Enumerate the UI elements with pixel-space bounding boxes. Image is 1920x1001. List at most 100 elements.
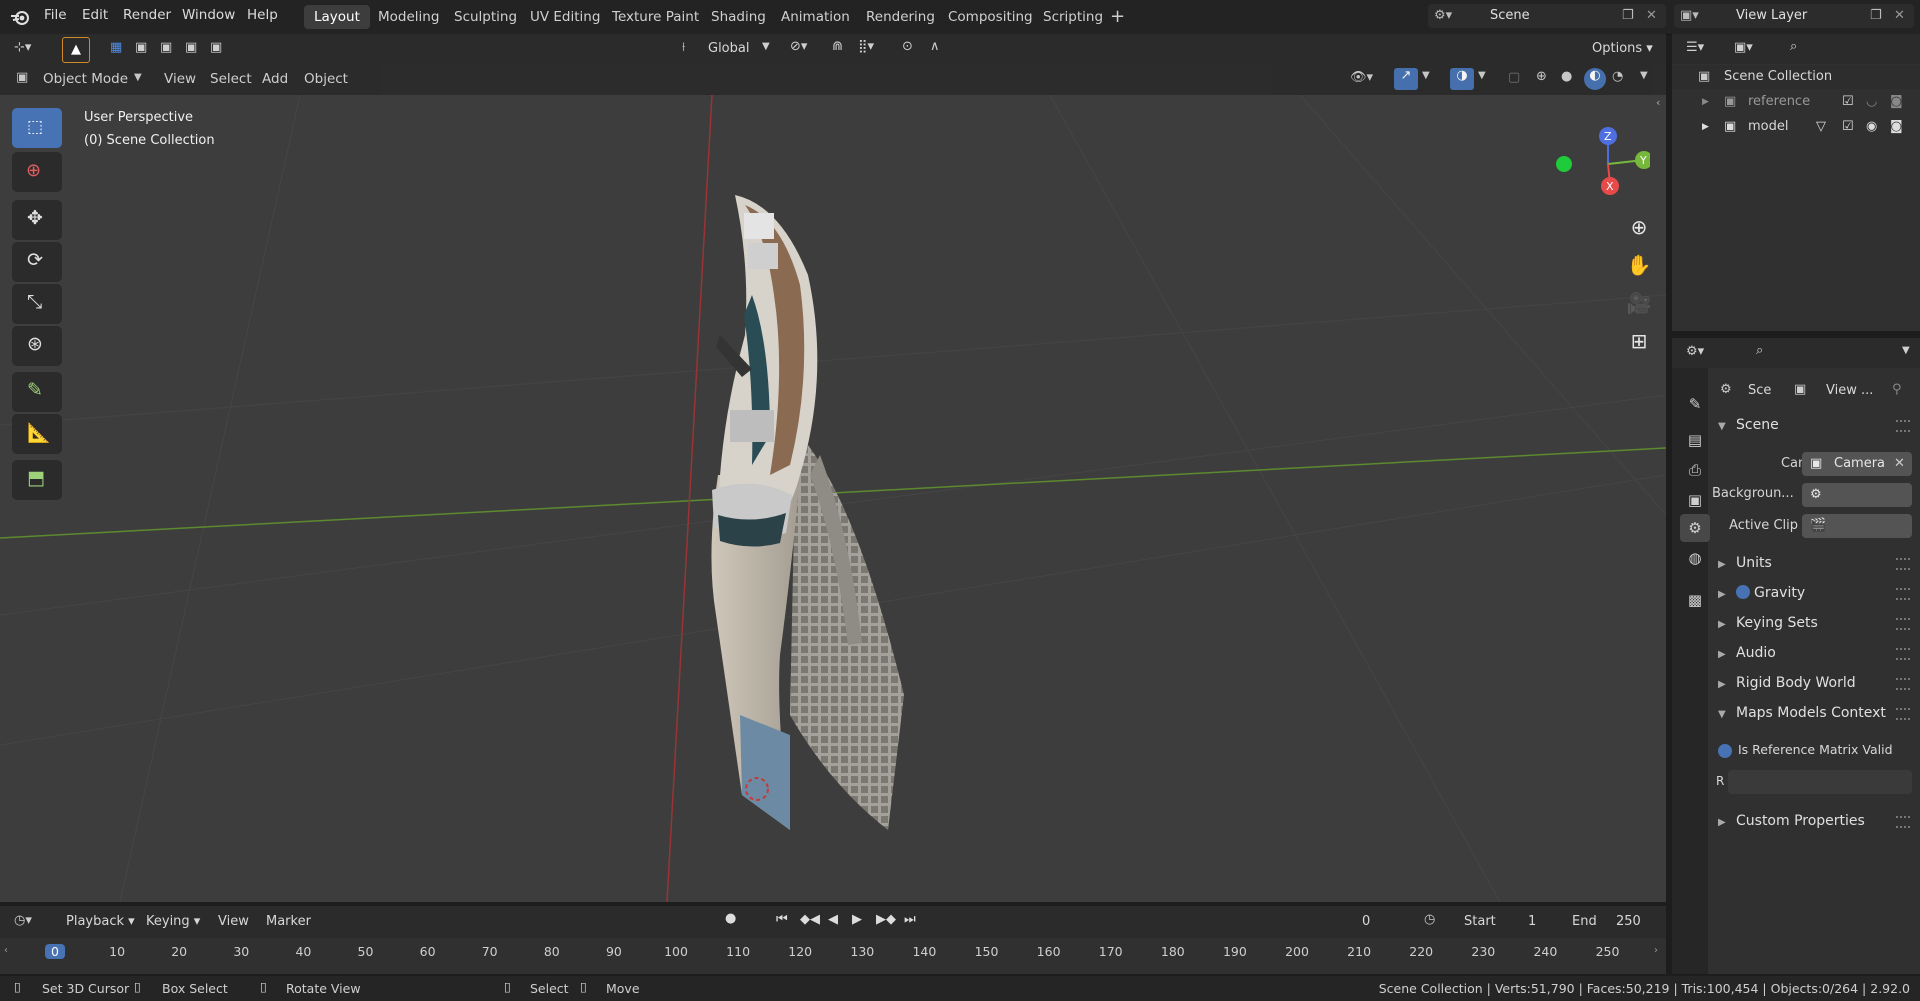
outliner-editor-icon[interactable]: ☰▾ <box>1686 40 1704 55</box>
tab-scripting[interactable]: Scripting <box>1033 5 1113 29</box>
outliner-row-reference[interactable]: ▶ ▣ reference ☑ ◡ ◙ <box>1672 90 1920 114</box>
transform-orientation[interactable]: Global <box>708 41 749 56</box>
drag-handle-icon[interactable] <box>1896 648 1910 660</box>
gizmo-chevron-icon[interactable]: ▼ <box>1422 70 1430 81</box>
gizmo-toggle-icon[interactable]: ↗ <box>1394 68 1418 90</box>
tool-move[interactable]: ✥ <box>12 200 62 240</box>
mesh-filter-icon[interactable]: ▽ <box>1816 115 1826 139</box>
rendered-shading-icon[interactable]: ◔ <box>1612 69 1623 84</box>
select-tool-icon[interactable]: ▲ <box>62 37 90 63</box>
visibility-icon[interactable]: 👁▾ <box>1350 70 1373 85</box>
menu-render[interactable]: Render <box>123 7 171 23</box>
drag-handle-icon[interactable] <box>1896 588 1910 600</box>
scene-selector[interactable]: ⚙▾ Scene ❐ ✕ <box>1428 4 1666 28</box>
menu-select[interactable]: Select <box>210 71 252 87</box>
world-tab-icon[interactable]: ◍ <box>1680 544 1710 572</box>
select-mode-invert-icon[interactable]: ▣ <box>185 40 197 55</box>
zoom-icon[interactable]: ⊕ <box>1622 210 1656 244</box>
search-icon[interactable]: ⌕ <box>1756 343 1763 358</box>
menu-keying[interactable]: Keying ▾ <box>146 914 200 929</box>
properties-editor-icon[interactable]: ⚙▾ <box>1686 344 1704 359</box>
menu-window[interactable]: Window <box>182 7 235 23</box>
background-field[interactable]: ⚙ <box>1802 483 1912 507</box>
select-mode-subtract-icon[interactable]: ▣ <box>160 40 172 55</box>
camera-icon[interactable]: ◙ <box>1890 90 1903 114</box>
camera-icon[interactable]: ◙ <box>1890 115 1903 139</box>
jump-start-icon[interactable]: ⏮ <box>776 912 788 927</box>
tool-scale[interactable]: ⤡ <box>12 284 62 324</box>
tab-layout[interactable]: Layout <box>304 5 370 29</box>
checkbox-icon[interactable]: ☑ <box>1842 115 1854 139</box>
panel-keying-sets[interactable]: ▶ Keying Sets <box>1710 610 1920 636</box>
menu-view[interactable]: View <box>164 71 196 87</box>
menu-edit[interactable]: Edit <box>82 7 108 23</box>
navigation-gizmo[interactable]: Z Y X <box>1550 116 1650 206</box>
building-model[interactable] <box>711 195 904 830</box>
panel-maps-context[interactable]: ▼ Maps Models Context <box>1710 700 1920 726</box>
jump-end-icon[interactable]: ⏭ <box>904 912 916 927</box>
scroll-right-icon[interactable]: › <box>1654 945 1658 956</box>
output-tab-icon[interactable]: ⎙ <box>1680 456 1710 484</box>
checkbox-icon[interactable]: ☑ <box>1842 90 1854 114</box>
current-frame-marker[interactable]: 0 <box>45 944 65 959</box>
tab-uv-editing[interactable]: UV Editing <box>520 5 610 29</box>
pin-icon[interactable]: ⚲ <box>1892 382 1902 397</box>
header-chevron-icon[interactable]: ▼ <box>1902 345 1910 356</box>
menu-file[interactable]: File <box>44 7 67 23</box>
tab-sculpting[interactable]: Sculpting <box>444 5 527 29</box>
view-layer-tab-icon[interactable]: ▣ <box>1680 486 1710 514</box>
proportional-edit-icon[interactable]: ⊙ <box>902 39 913 54</box>
gravity-checkbox-icon[interactable] <box>1736 585 1750 599</box>
editor-type-icon[interactable]: ⊹▾ <box>14 40 31 55</box>
delete-scene-icon[interactable]: ✕ <box>1646 4 1657 28</box>
context-view-layer[interactable]: View ... <box>1826 383 1873 398</box>
select-mode-extend-icon[interactable]: ▣ <box>135 40 147 55</box>
panel-custom-props[interactable]: ▶ Custom Properties <box>1710 808 1920 834</box>
select-mode-new-icon[interactable]: ▦ <box>110 40 122 55</box>
pivot-point-icon[interactable]: ⊘▾ <box>790 39 807 54</box>
drag-handle-icon[interactable] <box>1896 678 1910 690</box>
select-mode-intersect-icon[interactable]: ▣ <box>210 40 222 55</box>
xray-toggle-icon[interactable]: ▢ <box>1508 70 1520 85</box>
drag-handle-icon[interactable] <box>1896 558 1910 570</box>
view-layer-selector[interactable]: ▣▾ View Layer ❐ ✕ <box>1674 4 1914 28</box>
tab-texture-paint[interactable]: Texture Paint <box>602 5 709 29</box>
tab-modeling[interactable]: Modeling <box>368 5 449 29</box>
render-tab-icon[interactable]: ▤ <box>1680 426 1710 454</box>
panel-rigid-body[interactable]: ▶ Rigid Body World <box>1710 670 1920 696</box>
drag-handle-icon[interactable] <box>1896 420 1910 432</box>
prev-keyframe-icon[interactable]: ◆◀ <box>800 912 820 927</box>
camera-field[interactable]: ▣ Camera ✕ <box>1802 452 1912 476</box>
panel-audio[interactable]: ▶ Audio <box>1710 640 1920 666</box>
shading-chevron-icon[interactable]: ▼ <box>1640 70 1648 81</box>
new-view-layer-icon[interactable]: ❐ <box>1870 4 1882 28</box>
sidebar-toggle-icon[interactable]: ‹ <box>1656 96 1660 109</box>
clock-icon[interactable]: ◷ <box>1424 912 1435 927</box>
context-scene[interactable]: Sce <box>1748 383 1771 398</box>
play-reverse-icon[interactable]: ◀ <box>828 912 838 927</box>
snap-target-icon[interactable]: ⣿▾ <box>858 39 874 54</box>
tab-rendering[interactable]: Rendering <box>856 5 945 29</box>
delete-view-layer-icon[interactable]: ✕ <box>1894 4 1905 28</box>
pan-hand-icon[interactable]: ✋ <box>1622 248 1656 282</box>
mode-chevron-icon[interactable]: ▼ <box>134 72 142 83</box>
timeline-editor-icon[interactable]: ◷▾ <box>14 913 32 928</box>
search-icon[interactable]: ⌕ <box>1790 39 1797 54</box>
scene-canvas[interactable] <box>0 95 1666 902</box>
play-icon[interactable]: ▶ <box>852 912 862 927</box>
outliner-row-scene-collection[interactable]: ▣ Scene Collection <box>1672 65 1920 89</box>
tab-animation[interactable]: Animation <box>771 5 860 29</box>
scroll-left-icon[interactable]: ‹ <box>4 945 8 956</box>
tool-measure[interactable]: 📐 <box>12 414 62 454</box>
tool-tab-icon[interactable]: ✎ <box>1680 390 1710 418</box>
menu-marker[interactable]: Marker <box>266 914 311 929</box>
current-frame-field[interactable]: 0 <box>1362 914 1370 929</box>
expand-icon[interactable]: ▶ <box>1702 115 1709 139</box>
add-workspace-icon[interactable]: + <box>1110 6 1125 27</box>
tool-select-box[interactable]: ⬚ <box>12 108 62 148</box>
tool-cursor[interactable]: ⊕ <box>12 152 62 192</box>
scene-tab-icon[interactable]: ⚙ <box>1680 514 1710 542</box>
timeline-ruler[interactable]: ‹ › 0 10 20 30 40 50 60 70 80 90 100 110 120 130 140 15… <box>0 938 1666 974</box>
gizmo-neg-y-icon[interactable] <box>1556 156 1572 172</box>
tool-annotate[interactable]: ✎ <box>12 372 62 412</box>
